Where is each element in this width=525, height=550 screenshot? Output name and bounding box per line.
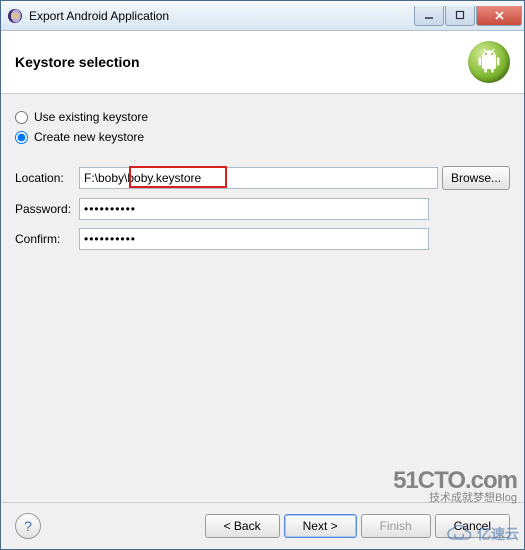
create-new-keystore-label: Create new keystore <box>34 130 144 144</box>
confirm-row: Confirm: <box>15 228 510 250</box>
wizard-content: Use existing keystore Create new keystor… <box>1 94 524 502</box>
location-row: Location: Browse... <box>15 166 510 190</box>
password-input[interactable] <box>79 198 429 220</box>
keystore-form: Location: Browse... Password: Confirm: <box>15 166 510 258</box>
maximize-button[interactable] <box>445 6 475 26</box>
confirm-input[interactable] <box>79 228 429 250</box>
browse-button[interactable]: Browse... <box>442 166 510 190</box>
password-row: Password: <box>15 198 510 220</box>
location-input[interactable] <box>79 167 438 189</box>
wizard-header: Keystore selection <box>1 31 524 94</box>
export-android-dialog: Export Android Application Keystore sele… <box>0 0 525 550</box>
use-existing-keystore-radio[interactable]: Use existing keystore <box>15 110 510 124</box>
next-button[interactable]: Next > <box>284 514 357 538</box>
close-button[interactable] <box>476 6 522 26</box>
create-new-keystore-radio[interactable]: Create new keystore <box>15 130 510 144</box>
location-label: Location: <box>15 171 79 185</box>
titlebar: Export Android Application <box>1 1 524 31</box>
window-title: Export Android Application <box>29 9 413 23</box>
eclipse-icon <box>7 8 23 24</box>
use-existing-keystore-input[interactable] <box>15 111 28 124</box>
back-button[interactable]: < Back <box>205 514 280 538</box>
android-icon <box>468 41 510 83</box>
confirm-label: Confirm: <box>15 232 79 246</box>
create-new-keystore-input[interactable] <box>15 131 28 144</box>
password-label: Password: <box>15 202 79 216</box>
window-controls <box>413 6 522 26</box>
help-button[interactable]: ? <box>15 513 41 539</box>
location-input-wrap <box>79 167 438 189</box>
wizard-footer: ? < Back Next > Finish Cancel <box>1 502 524 549</box>
use-existing-keystore-label: Use existing keystore <box>34 110 148 124</box>
cancel-button[interactable]: Cancel <box>435 514 510 538</box>
finish-button: Finish <box>361 514 431 538</box>
minimize-button[interactable] <box>414 6 444 26</box>
page-title: Keystore selection <box>15 54 468 70</box>
